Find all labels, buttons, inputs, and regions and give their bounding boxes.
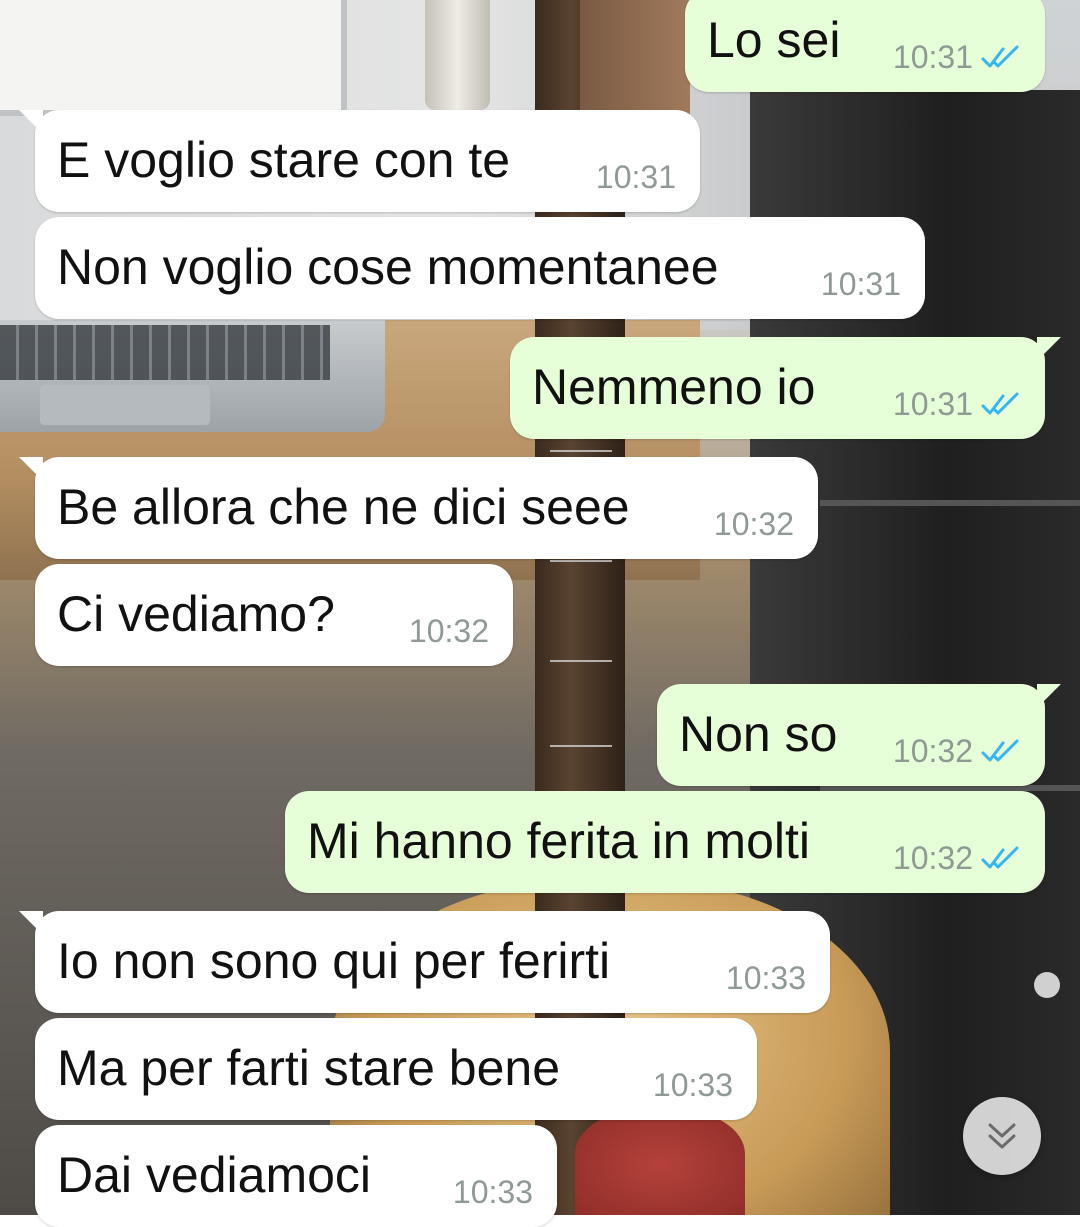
message-text: Io non sono qui per ferirti (57, 933, 611, 989)
bubble-tail (19, 110, 43, 134)
message-meta: 10:31 (893, 386, 1021, 423)
message-bubble-outgoing[interactable]: Nemmeno io 10:31 (510, 337, 1061, 439)
bubble-tail (19, 911, 43, 935)
message-meta: 10:31 (893, 39, 1021, 76)
double-check-read-icon (981, 846, 1019, 868)
message-time: 10:33 (652, 1067, 733, 1103)
message-time: 10:31 (892, 386, 973, 422)
message-text: Mi hanno ferita in molti (307, 813, 811, 869)
message-meta: 10:33 (453, 1174, 533, 1211)
double-check-read-icon (981, 739, 1019, 761)
message-meta: 10:31 (821, 266, 901, 303)
message-text: Be allora che ne dici seee (57, 479, 630, 535)
message-text: Non so (679, 706, 838, 762)
bubble-tail (1037, 337, 1061, 361)
message-time: 10:33 (452, 1174, 533, 1210)
conversation: Lo sei 10:31 E voglio stare con te 10:31… (0, 0, 1080, 1227)
message-bubble-incoming[interactable]: Ci vediamo? 10:32 (35, 564, 513, 666)
message-bubble-incoming[interactable]: Non voglio cose momentanee 10:31 (35, 217, 925, 319)
double-check-read-icon (981, 392, 1019, 414)
message-meta: 10:32 (409, 613, 489, 650)
message-meta: 10:31 (596, 159, 676, 196)
message-text: Lo sei (707, 12, 841, 68)
message-meta: 10:32 (893, 733, 1021, 770)
message-text: Ci vediamo? (57, 586, 335, 642)
message-time: 10:32 (713, 506, 794, 542)
message-bubble-incoming[interactable]: Be allora che ne dici seee 10:32 (19, 457, 818, 559)
message-bubble-incoming[interactable]: Ma per farti stare bene 10:33 (35, 1018, 757, 1120)
message-text: Ma per farti stare bene (57, 1040, 561, 1096)
message-bubble-outgoing[interactable]: Non so 10:32 (657, 684, 1061, 786)
message-time: 10:31 (595, 159, 676, 195)
message-meta: 10:33 (653, 1067, 733, 1104)
message-bubble-incoming[interactable]: Dai vediamoci 10:33 (35, 1125, 557, 1227)
scroll-to-bottom-button[interactable] (963, 1097, 1041, 1175)
message-bubble-incoming[interactable]: E voglio stare con te 10:31 (19, 110, 700, 212)
chevron-double-down-icon (988, 1123, 1016, 1149)
message-bubble-incoming[interactable]: Io non sono qui per ferirti 10:33 (19, 911, 830, 1013)
message-bubble-outgoing[interactable]: Mi hanno ferita in molti 10:32 (285, 791, 1045, 893)
message-meta: 10:32 (714, 506, 794, 543)
message-text: Dai vediamoci (57, 1147, 372, 1203)
bubble-tail (1037, 684, 1061, 708)
message-text: Nemmeno io (532, 359, 816, 415)
bubble-tail (19, 457, 43, 481)
message-time: 10:33 (725, 960, 806, 996)
message-bubble-outgoing[interactable]: Lo sei 10:31 (685, 0, 1045, 92)
message-meta: 10:32 (893, 840, 1021, 877)
message-time: 10:31 (892, 39, 973, 75)
message-text: Non voglio cose momentanee (57, 239, 719, 295)
double-check-read-icon (981, 45, 1019, 67)
message-time: 10:32 (408, 613, 489, 649)
message-time: 10:31 (820, 266, 901, 302)
message-time: 10:32 (892, 733, 973, 769)
message-meta: 10:33 (726, 960, 806, 997)
message-time: 10:32 (892, 840, 973, 876)
message-text: E voglio stare con te (57, 132, 511, 188)
